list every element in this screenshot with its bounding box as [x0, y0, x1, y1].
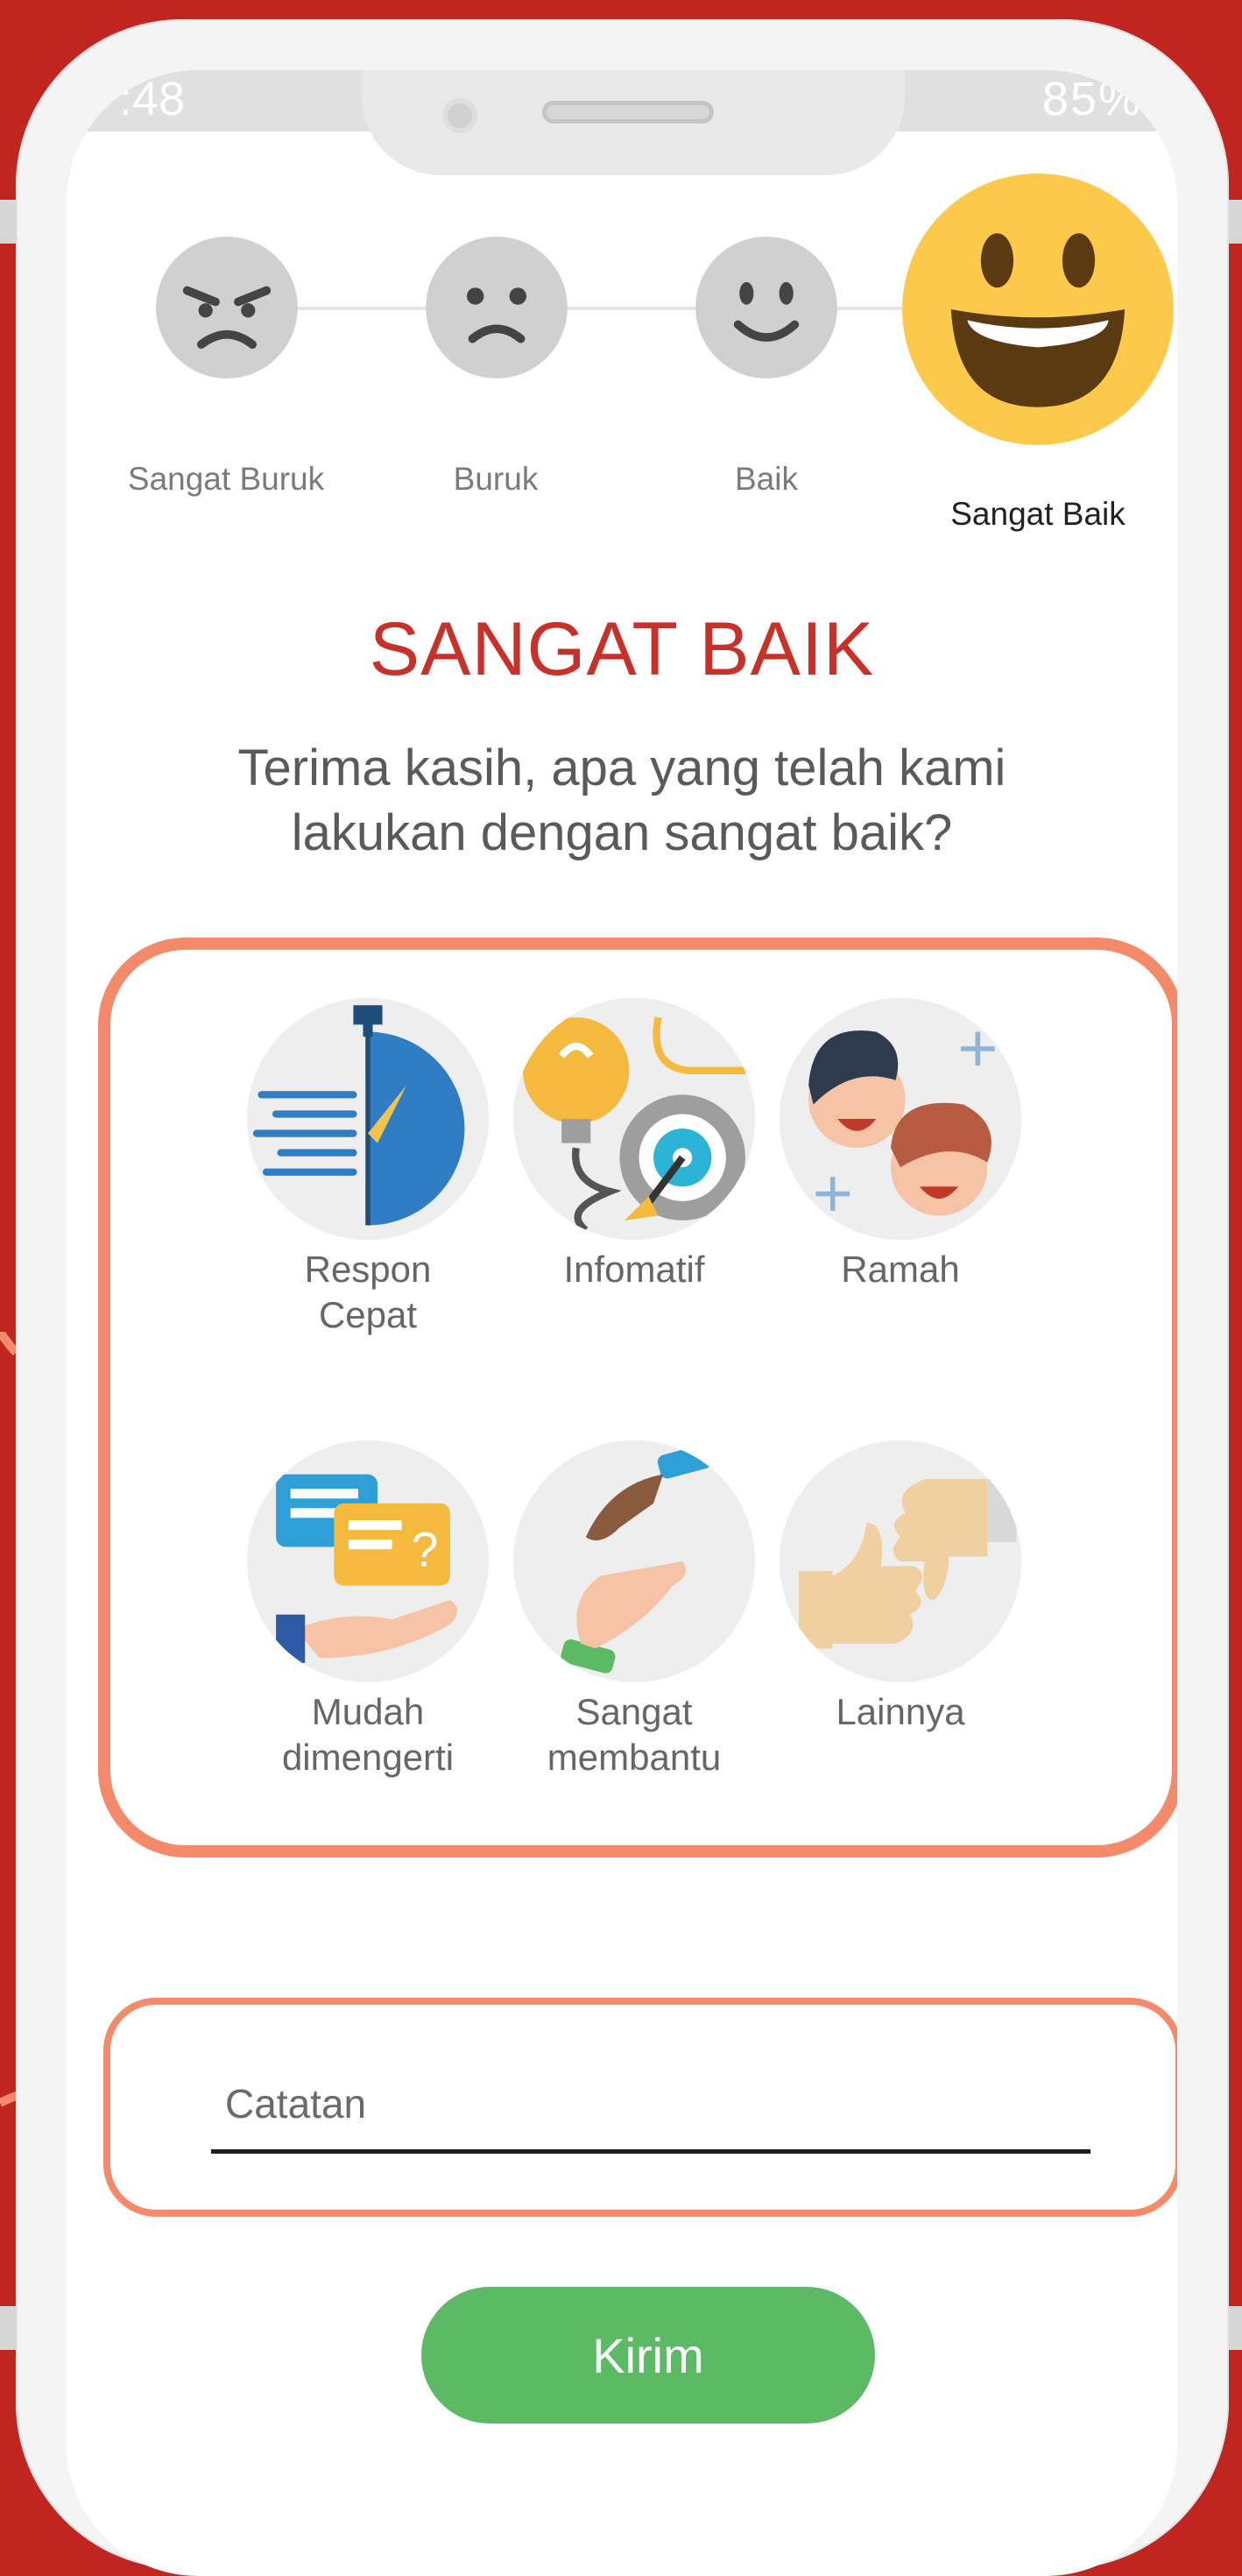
option-label: Lainnya	[836, 1691, 965, 1732]
option-label: Respon Cepat	[304, 1249, 432, 1335]
grinning-face-icon	[902, 173, 1174, 445]
rating-label: Sangat Baik	[950, 496, 1126, 532]
rating-label: Buruk	[453, 461, 539, 497]
svg-text:?: ?	[412, 1523, 439, 1577]
option-label: Sangat membantu	[547, 1691, 722, 1778]
thumbs-up-down-icon	[780, 1440, 1021, 1682]
option-label: Ramah	[841, 1249, 960, 1290]
lightbulb-target-icon	[513, 998, 755, 1240]
phone-frame: :48 85% Sangat Buruk Buruk Baik Sangat B…	[16, 19, 1229, 2576]
status-time: :48	[119, 73, 186, 125]
smiling-people-icon	[780, 998, 1021, 1240]
rating-track	[228, 307, 999, 310]
rating-question: Terima kasih, apa yang telah kami lakuka…	[237, 740, 1006, 861]
frowning-face-icon	[426, 237, 568, 379]
speaker-icon	[542, 101, 714, 124]
helping-hands-icon	[513, 1440, 755, 1682]
option-mudah-dimengerti[interactable]: ? Mudah dimengerti	[245, 1440, 490, 1780]
submit-button[interactable]: Kirim	[421, 2287, 875, 2424]
option-label: Mudah dimengerti	[281, 1691, 455, 1778]
rating-title: SANGAT BAIK	[369, 607, 875, 691]
smiling-face-icon	[695, 237, 837, 379]
option-sangat-membantu[interactable]: Sangat membantu	[512, 1440, 757, 1780]
option-lainnya[interactable]: Lainnya	[778, 1440, 1023, 1735]
rating-label: Baik	[735, 461, 798, 497]
notes-input[interactable]	[211, 2057, 1090, 2154]
chat-bubbles-hand-icon: ?	[247, 1440, 489, 1682]
option-ramah[interactable]: Ramah	[778, 998, 1023, 1292]
screen: :48 85% Sangat Buruk Buruk Baik Sangat B…	[67, 70, 1177, 2576]
option-respon-cepat[interactable]: Respon Cepat	[245, 998, 490, 1338]
status-battery: 85%	[1041, 73, 1142, 125]
notes-card	[103, 1998, 1177, 2217]
feedback-options-card: Respon Cepat Infomatif Ramah ? Mudah dim…	[98, 938, 1177, 1858]
phone-notch	[362, 70, 905, 175]
option-infomatif[interactable]: Infomatif	[512, 998, 757, 1292]
rating-label: Sangat Buruk	[127, 461, 325, 497]
stopwatch-icon	[247, 998, 489, 1240]
angry-face-icon	[156, 237, 298, 379]
camera-icon	[442, 98, 477, 133]
option-label: Infomatif	[563, 1249, 705, 1290]
